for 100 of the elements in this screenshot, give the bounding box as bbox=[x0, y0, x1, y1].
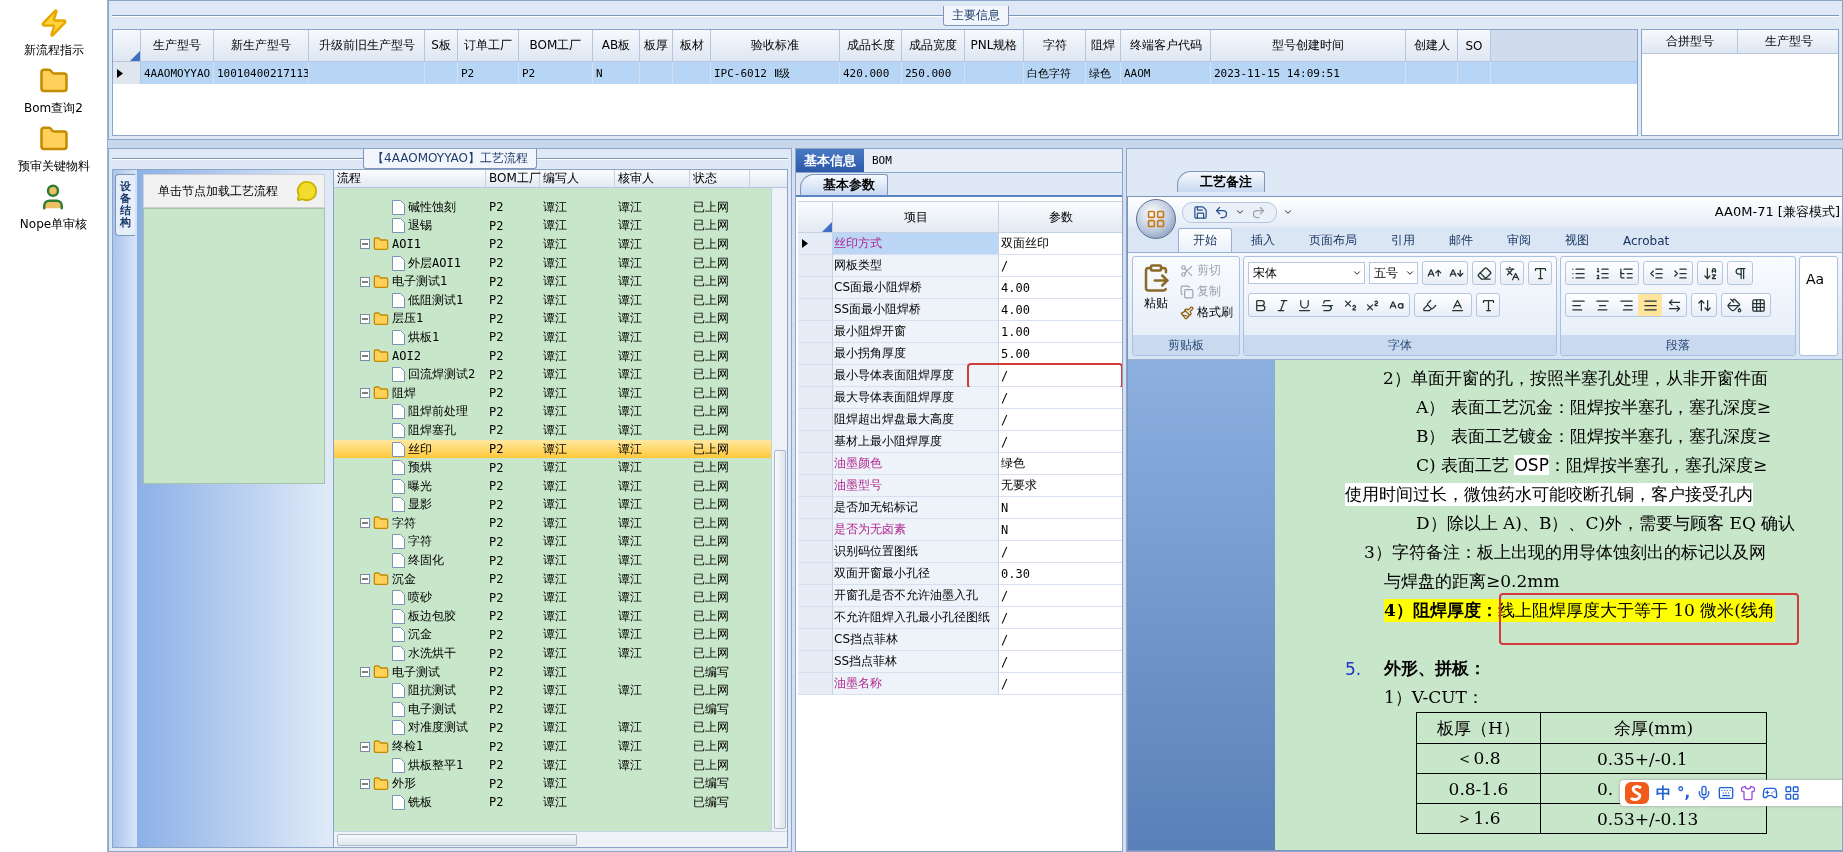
ime-punctuation[interactable]: °, bbox=[1677, 784, 1691, 802]
tab[interactable]: BOM bbox=[864, 149, 900, 172]
tree-row[interactable]: 喷砂 P2 谭江 谭江 已上网 bbox=[334, 588, 771, 608]
collapse-icon[interactable] bbox=[360, 667, 370, 678]
tree-row[interactable]: 显影 P2 谭江 谭江 已上网 bbox=[334, 495, 771, 515]
column-header[interactable]: SO bbox=[1458, 30, 1491, 62]
collapse-icon[interactable] bbox=[360, 313, 370, 324]
tree-row[interactable]: 对准度测试 P2 谭江 谭江 已上网 bbox=[334, 718, 771, 738]
tree-row[interactable]: 电子测试 P2 谭江 已编写 bbox=[334, 700, 771, 719]
column-header[interactable]: 终端客户代码 bbox=[1121, 30, 1211, 62]
column-header[interactable]: 阻焊 bbox=[1086, 30, 1121, 62]
column-header[interactable]: 新生产型号 bbox=[214, 30, 309, 62]
scrollbar-thumb[interactable] bbox=[337, 833, 577, 846]
column-header[interactable]: PNL规格 bbox=[965, 30, 1024, 62]
tree-row[interactable]: 退锡 P2 谭江 谭江 已上网 bbox=[334, 216, 771, 236]
collapse-icon[interactable] bbox=[360, 388, 370, 399]
param-value[interactable]: / bbox=[999, 387, 1122, 409]
row-header[interactable] bbox=[113, 62, 141, 84]
column-header[interactable]: BOM工厂 bbox=[519, 30, 593, 62]
tree-row[interactable]: 低阻测试1 P2 谭江 谭江 已上网 bbox=[334, 290, 771, 310]
column-header[interactable]: 成品长度 bbox=[840, 30, 902, 62]
collapse-icon[interactable] bbox=[360, 239, 370, 250]
collapse-icon[interactable] bbox=[360, 741, 370, 752]
font-size-field[interactable]: 五号 bbox=[1369, 262, 1418, 284]
side-tab[interactable]: 设备结构 bbox=[115, 174, 135, 237]
column-header[interactable]: 生产型号 bbox=[141, 30, 214, 62]
tree-row[interactable]: 终检1 P2 谭江 谭江 已上网 bbox=[334, 737, 771, 756]
undo-icon[interactable] bbox=[1214, 204, 1229, 220]
tree-row[interactable]: 沉金 P2 谭江 谭江 已上网 bbox=[334, 625, 771, 645]
column-header[interactable]: 合拼型号 bbox=[1642, 30, 1738, 54]
column-header[interactable]: AB板 bbox=[593, 30, 640, 62]
column-header[interactable]: 升级前旧生产型号 bbox=[309, 30, 425, 62]
caret-icon[interactable] bbox=[1235, 207, 1245, 217]
column-header[interactable]: 板厚 bbox=[640, 30, 673, 62]
grid-row[interactable]: 4AAOMOYYAO 10010400217113 P2 P2 N IPC-6012 Ⅱ级 420.000 250.000 白色字符 绿色 AAOM 2023-11-15 14:09:51 bbox=[113, 62, 1637, 84]
vertical-scrollbar[interactable] bbox=[771, 188, 787, 831]
style-preview[interactable]: Aa bbox=[1806, 271, 1825, 287]
ribbon-tab[interactable]: 引用 bbox=[1376, 228, 1430, 252]
tree-row[interactable]: 电子测试1 P2 谭江 谭江 已上网 bbox=[334, 272, 771, 291]
tree-row[interactable]: 曝光 P2 谭江 谭江 已上网 bbox=[334, 476, 771, 496]
tree-row[interactable]: 终固化 P2 谭江 谭江 已上网 bbox=[334, 551, 771, 570]
shirt-icon[interactable] bbox=[1740, 785, 1757, 801]
tree-row[interactable]: 预烘 P2 谭江 谭江 已上网 bbox=[334, 458, 771, 477]
ribbon-tab[interactable]: 开始 bbox=[1178, 228, 1232, 252]
ribbon-tab[interactable]: 视图 bbox=[1550, 228, 1604, 252]
save-icon[interactable] bbox=[1193, 204, 1208, 220]
collapse-icon[interactable] bbox=[360, 276, 370, 287]
tree-row[interactable]: 阻焊塞孔 P2 谭江 谭江 已上网 bbox=[334, 421, 771, 440]
font-name-field[interactable]: 宋体 bbox=[1248, 262, 1366, 284]
justify-button[interactable] bbox=[1638, 294, 1662, 316]
tab[interactable]: 基本信息 bbox=[796, 149, 864, 172]
ribbon-tab[interactable]: 审阅 bbox=[1492, 228, 1546, 252]
horizontal-scrollbar[interactable] bbox=[334, 831, 787, 847]
tree-row[interactable]: 铣板 P2 谭江 已编写 bbox=[334, 793, 771, 812]
column-header[interactable]: 订单工厂 bbox=[458, 30, 519, 62]
column-header[interactable]: 型号创建时间 bbox=[1211, 30, 1406, 62]
scrollbar-thumb[interactable] bbox=[773, 450, 786, 829]
caret-icon[interactable] bbox=[1283, 207, 1293, 217]
tree-row[interactable]: AOI1 P2 谭江 谭江 已上网 bbox=[334, 235, 771, 254]
ime-mode[interactable]: 中 bbox=[1656, 783, 1671, 803]
column-header[interactable]: S板 bbox=[425, 30, 458, 62]
column-header[interactable]: 验收标准 bbox=[711, 30, 840, 62]
column-header[interactable]: BOM工厂 bbox=[486, 170, 540, 187]
tree-row[interactable]: 沉金 P2 谭江 谭江 已上网 bbox=[334, 569, 771, 589]
tree-row[interactable]: 阻焊 P2 谭江 谭江 已上网 bbox=[334, 383, 771, 403]
tree-row[interactable]: 外层AOI1 P2 谭江 谭江 已上网 bbox=[334, 253, 771, 273]
ribbon-tab[interactable]: 插入 bbox=[1236, 228, 1290, 252]
column-header[interactable]: 字符 bbox=[1024, 30, 1086, 62]
ime-logo-icon[interactable] bbox=[1624, 781, 1650, 805]
collapse-icon[interactable] bbox=[360, 518, 370, 529]
tab[interactable]: 工艺备注 bbox=[1177, 171, 1265, 192]
column-header[interactable]: 项目 bbox=[833, 201, 999, 233]
clipboard-button[interactable]: 格式刷 bbox=[1178, 303, 1235, 322]
column-header[interactable]: 核审人 bbox=[615, 170, 690, 187]
column-header[interactable]: 状态 bbox=[690, 170, 750, 187]
tree-row[interactable]: 烘板整平1 P2 谭江 谭江 已上网 bbox=[334, 755, 771, 775]
column-header[interactable]: 参数 bbox=[999, 201, 1122, 233]
column-header[interactable]: 流程 bbox=[334, 170, 486, 187]
tab[interactable]: 基本参数 bbox=[800, 174, 888, 195]
column-header[interactable]: 创建人 bbox=[1406, 30, 1458, 62]
sidebar-item[interactable]: Bom查询2 bbox=[24, 66, 83, 118]
sidebar-item[interactable]: Nope单审核 bbox=[19, 182, 88, 234]
tree-row[interactable]: 字符 P2 谭江 谭江 已上网 bbox=[334, 514, 771, 533]
sidebar-item[interactable]: 新流程指示 bbox=[23, 8, 84, 60]
collapse-icon[interactable] bbox=[360, 778, 370, 789]
column-header[interactable]: 编写人 bbox=[540, 170, 615, 187]
ribbon-tab[interactable]: Acrobat bbox=[1608, 228, 1685, 252]
tree-row[interactable]: 外形 P2 谭江 已编写 bbox=[334, 774, 771, 793]
tree-row[interactable]: AOI2 P2 谭江 谭江 已上网 bbox=[334, 346, 771, 366]
paste-button[interactable]: 粘贴 bbox=[1137, 261, 1174, 331]
sidebar-item[interactable]: 预审关键物料 bbox=[17, 124, 90, 176]
tree-row[interactable]: 碱性蚀刻 P2 谭江 谭江 已上网 bbox=[334, 198, 771, 217]
gamepad-icon[interactable] bbox=[1762, 785, 1779, 801]
tree-row[interactable]: 层压1 P2 谭江 谭江 已上网 bbox=[334, 309, 771, 329]
keyboard-icon[interactable] bbox=[1718, 785, 1735, 801]
tree-row[interactable]: 字符 P2 谭江 谭江 已上网 bbox=[334, 532, 771, 552]
tree-row[interactable]: 烘板1 P2 谭江 谭江 已上网 bbox=[334, 328, 771, 347]
tree-row[interactable]: 水洗烘干 P2 谭江 谭江 已上网 bbox=[334, 644, 771, 663]
office-button[interactable] bbox=[1136, 199, 1176, 239]
tree-row[interactable]: 电子测试 P2 谭江 已编写 bbox=[334, 662, 771, 682]
